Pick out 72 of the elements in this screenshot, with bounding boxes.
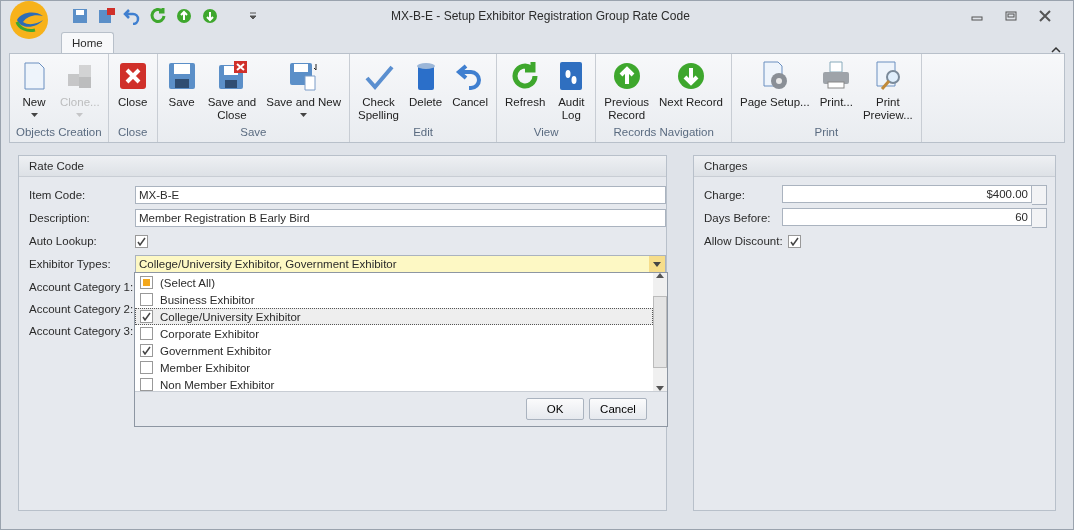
field-label: Account Category 2: [29, 302, 135, 315]
group-label: Print [813, 126, 840, 140]
list-option[interactable]: Non Member Exhibitor [135, 376, 653, 393]
ribbon-button[interactable]: Page Setup... [736, 54, 814, 126]
field-label: Description: [29, 212, 91, 224]
ribbon-button[interactable]: Previous Record [600, 54, 654, 126]
ribbon-button[interactable]: Cancel [448, 54, 493, 126]
ribbon-button[interactable]: Save [161, 54, 202, 126]
checkbox[interactable] [140, 378, 153, 391]
field-label: Days Before: [704, 212, 772, 224]
list-option[interactable]: Member Exhibitor [135, 359, 653, 376]
group-label: View [532, 126, 560, 140]
group-label: Save [239, 126, 268, 140]
save-close-icon[interactable] [97, 7, 115, 25]
app-logo[interactable] [9, 1, 49, 40]
maximize-icon[interactable] [1005, 10, 1017, 22]
input-field[interactable]: MX-B-E [135, 186, 666, 204]
spin-button[interactable] [1032, 185, 1047, 205]
checkbox[interactable] [135, 234, 148, 248]
checkbox[interactable] [140, 361, 153, 374]
checkbox[interactable] [140, 310, 153, 323]
undo-icon[interactable] [123, 7, 141, 25]
ribbon-button[interactable]: Save and Close [203, 54, 261, 126]
popup-button[interactable]: Cancel [589, 398, 647, 420]
spin-button[interactable] [1032, 208, 1047, 228]
group-label: Objects Creation [15, 126, 103, 140]
field-label: Item Code: [29, 189, 87, 201]
collapse-ribbon-icon[interactable] [1051, 46, 1061, 53]
checkbox[interactable] [140, 293, 153, 306]
list-option[interactable]: Government Exhibitor [135, 342, 653, 359]
field-label: Auto Lookup: [29, 235, 98, 247]
ribbon-button[interactable]: New [14, 54, 54, 126]
refresh-icon[interactable] [149, 7, 167, 25]
ribbon-button[interactable]: Next Record [655, 54, 727, 126]
list-option[interactable]: Corporate Exhibitor [135, 325, 653, 342]
panel-title: Rate Code [29, 160, 84, 172]
close-icon[interactable] [1039, 10, 1051, 22]
checkbox[interactable] [140, 327, 153, 340]
checkbox[interactable] [788, 234, 801, 248]
ribbon-button[interactable]: Print... [815, 54, 857, 126]
ribbon-button[interactable]: Close [112, 54, 153, 126]
dropdown-field[interactable]: College/University Exhibitor, Government Exhibitor [135, 255, 666, 273]
window-title: MX-B-E - Setup Exhibitor Registration Group Rate Code [391, 9, 691, 23]
field-label: Account Category 1: [29, 280, 135, 293]
ribbon-button[interactable]: Audit Log [551, 54, 592, 126]
input-field[interactable]: Member Registration B Early Bird [135, 209, 666, 227]
list-option[interactable]: Business Exhibitor [135, 291, 653, 308]
floppy-document-icon [287, 60, 320, 92]
ribbon-button[interactable]: Check Spelling [354, 54, 403, 126]
group-label: Close [116, 126, 149, 140]
group-label: Edit [412, 126, 434, 140]
checkbox[interactable] [140, 276, 153, 289]
field-label: Exhibitor Types: [29, 258, 112, 270]
list-option[interactable]: (Select All) [135, 274, 653, 291]
field-label: Account Category 3: [29, 324, 135, 337]
field-label: Allow Discount: [704, 235, 784, 247]
number-field[interactable]: 60 [782, 208, 1032, 226]
ribbon-button[interactable]: Delete [404, 54, 447, 126]
group-label: Records Navigation [612, 126, 715, 140]
number-field[interactable]: $400.00 [782, 185, 1032, 203]
ribbon-tab[interactable]: Home [61, 32, 114, 53]
ribbon-button[interactable]: Refresh [501, 54, 550, 126]
scrollbar[interactable] [653, 273, 667, 391]
save-icon[interactable] [71, 7, 89, 25]
customize-icon[interactable] [249, 12, 257, 20]
panel-title: Charges [704, 160, 748, 172]
field-label: Charge: [704, 189, 746, 201]
ribbon-button[interactable]: Save and New [262, 54, 346, 126]
checkbox[interactable] [140, 344, 153, 357]
popup-button[interactable]: OK [526, 398, 584, 420]
list-option[interactable]: College/University Exhibitor [135, 308, 653, 325]
ribbon-button[interactable]: Print Preview... [858, 54, 917, 126]
